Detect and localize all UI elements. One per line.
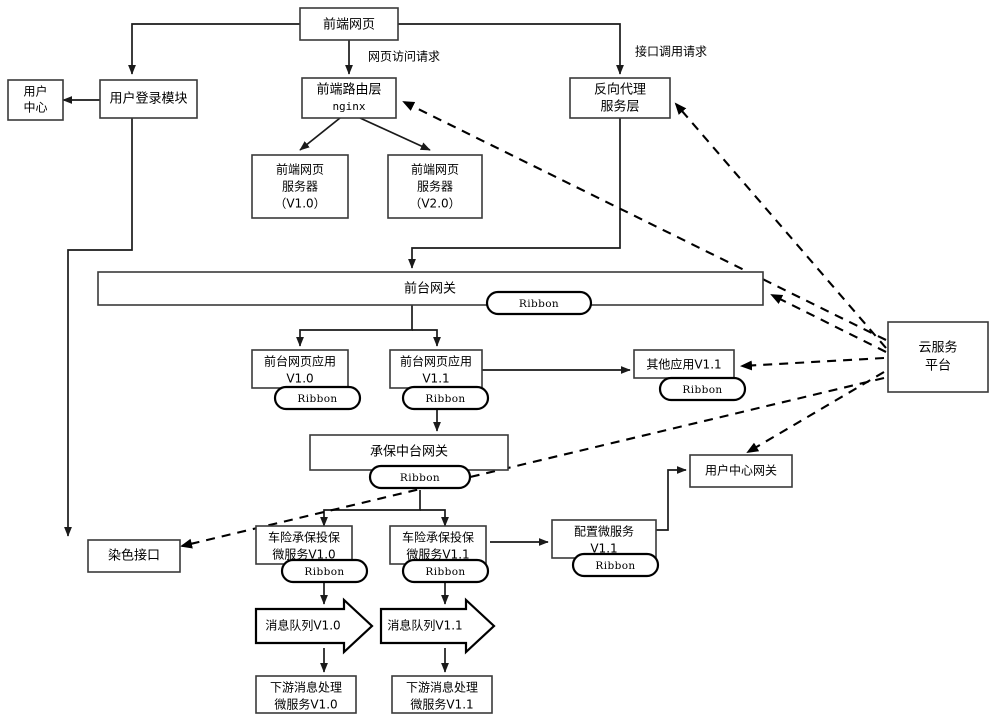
- node-underwriting-gateway[interactable]: 承保中台网关: [309, 434, 509, 471]
- web-server-v2-line1: 前端网页: [411, 162, 459, 177]
- dye-interface-label: 染色接口: [108, 548, 160, 564]
- edge-cloud-to-front-gateway: [770, 294, 887, 353]
- auto-ins-v11-line1: 车险承保投保: [402, 530, 474, 545]
- node-config-service[interactable]: 配置微服务 V1.1: [551, 519, 657, 559]
- auto-ins-v10-line1: 车险承保投保: [268, 530, 340, 545]
- ribbon-front-gateway: Ribbon: [485, 290, 593, 316]
- edge-cloud-to-reverse-proxy: [674, 102, 887, 349]
- ribbon-label: Ribbon: [304, 566, 344, 578]
- edge-label-web-request: 网页访问请求: [368, 50, 440, 64]
- node-mq-v10[interactable]: 消息队列V1.0: [254, 597, 374, 655]
- architecture-diagram: 前端网页 用户 中心 用户登录模块 前端路由层 nginx 反向代理 服务层 前…: [0, 0, 1000, 718]
- reverse-proxy-label-line2: 服务层: [600, 99, 639, 115]
- frontend-page-label: 前端网页: [323, 17, 375, 33]
- mq-v10-label: 消息队列V1.0: [265, 618, 340, 633]
- node-web-server-v1[interactable]: 前端网页 服务器 （V1.0）: [251, 154, 349, 219]
- ribbon-label: Ribbon: [425, 566, 465, 578]
- web-request-label: 网页访问请求: [368, 50, 440, 64]
- mq-v11-label: 消息队列V1.1: [387, 618, 462, 633]
- web-server-v2-line2: 服务器: [417, 179, 453, 194]
- node-front-app-v10[interactable]: 前台网页应用 V1.0: [251, 349, 349, 389]
- other-app-v11-label: 其他应用V1.1: [646, 357, 721, 372]
- node-frontend-route-layer[interactable]: 前端路由层 nginx: [301, 77, 397, 119]
- front-app-v10-line2: V1.0: [286, 372, 313, 386]
- cloud-platform-box[interactable]: [887, 321, 989, 393]
- api-request-label: 接口调用请求: [635, 44, 707, 59]
- front-app-v11-line1: 前台网页应用: [400, 354, 472, 369]
- user-center-label-line1: 用户: [23, 84, 47, 99]
- downstream-v10-line1: 下游消息处理: [270, 680, 342, 695]
- nginx-label: nginx: [332, 100, 365, 113]
- web-server-v2-line3: （V2.0）: [409, 197, 460, 211]
- node-frontend-page[interactable]: 前端网页: [299, 7, 399, 41]
- edge-gateway-to-app-v11: [412, 329, 441, 347]
- node-front-gateway[interactable]: 前台网关: [97, 271, 764, 306]
- node-mq-v11[interactable]: 消息队列V1.1: [379, 597, 496, 655]
- edge-gateway-to-app-v10: [296, 305, 413, 347]
- config-service-line1: 配置微服务: [574, 524, 634, 539]
- ribbon-label: Ribbon: [297, 393, 337, 405]
- web-server-v1-line1: 前端网页: [276, 162, 324, 177]
- node-cloud-platform[interactable]: 云服务 平台: [887, 321, 989, 393]
- reverse-proxy-label-line1: 反向代理: [594, 82, 646, 98]
- node-downstream-v10[interactable]: 下游消息处理 微服务V1.0: [255, 675, 357, 714]
- ribbon-label: Ribbon: [425, 393, 465, 405]
- node-user-center[interactable]: 用户 中心: [7, 79, 64, 121]
- user-center-gateway-label: 用户中心网关: [705, 463, 777, 478]
- ribbon-front-app-v11: Ribbon: [401, 385, 490, 411]
- edge-label-api-request: 接口调用请求: [635, 44, 707, 59]
- ribbon-underwriting-gateway: Ribbon: [368, 464, 472, 490]
- web-server-v1-line3: （V1.0）: [274, 197, 325, 211]
- edge-login-to-dye: [64, 118, 133, 537]
- edge-uw-gateway-to-ins-v11: [420, 509, 449, 527]
- downstream-v10-line2: 微服务V1.0: [274, 697, 337, 712]
- ribbon-config-service: Ribbon: [571, 552, 660, 578]
- downstream-v11-line1: 下游消息处理: [406, 680, 478, 695]
- node-auto-ins-v10[interactable]: 车险承保投保 微服务V1.0: [255, 525, 353, 565]
- edge-route-to-server-v1: [299, 117, 341, 151]
- node-other-app-v11[interactable]: 其他应用V1.1: [633, 349, 735, 379]
- ribbon-other-app-v11: Ribbon: [658, 376, 747, 402]
- node-reverse-proxy[interactable]: 反向代理 服务层: [569, 77, 671, 119]
- node-downstream-v11[interactable]: 下游消息处理 微服务V1.1: [391, 675, 493, 714]
- node-user-login-module[interactable]: 用户登录模块: [99, 79, 198, 119]
- user-login-module-label: 用户登录模块: [109, 91, 187, 107]
- edge-cloud-to-other-app: [740, 356, 885, 371]
- ribbon-label: Ribbon: [682, 384, 722, 396]
- edge-route-to-server-v2: [359, 117, 431, 151]
- ribbon-auto-ins-v11: Ribbon: [401, 558, 490, 584]
- edge-config-to-usercenter-gateway: [656, 466, 687, 531]
- node-auto-ins-v11[interactable]: 车险承保投保 微服务V1.1: [389, 525, 487, 565]
- front-gateway-label: 前台网关: [404, 281, 456, 297]
- user-center-label-line2: 中心: [23, 100, 47, 115]
- node-web-server-v2[interactable]: 前端网页 服务器 （V2.0）: [387, 154, 483, 219]
- node-user-center-gateway[interactable]: 用户中心网关: [689, 454, 793, 488]
- downstream-v11-line2: 微服务V1.1: [410, 697, 473, 712]
- cloud-platform-line2: 平台: [925, 359, 951, 374]
- underwriting-gateway-label: 承保中台网关: [370, 445, 448, 460]
- ribbon-label: Ribbon: [595, 560, 635, 572]
- front-app-v11-line2: V1.1: [422, 372, 449, 386]
- ribbon-auto-ins-v10: Ribbon: [280, 558, 369, 584]
- ribbon-label: Ribbon: [519, 298, 559, 310]
- frontend-route-layer-label: 前端路由层: [316, 82, 381, 98]
- ribbon-front-app-v10: Ribbon: [273, 385, 362, 411]
- front-app-v10-line1: 前台网页应用: [264, 354, 336, 369]
- node-dye-interface[interactable]: 染色接口: [87, 539, 181, 573]
- edge-cloud-to-usercenter-gateway: [746, 371, 885, 454]
- web-server-v1-line2: 服务器: [282, 179, 318, 194]
- ribbon-label: Ribbon: [400, 472, 440, 484]
- edge-frontend-to-login: [128, 23, 300, 75]
- cloud-platform-line1: 云服务: [918, 340, 957, 356]
- node-front-app-v11[interactable]: 前台网页应用 V1.1: [389, 349, 483, 389]
